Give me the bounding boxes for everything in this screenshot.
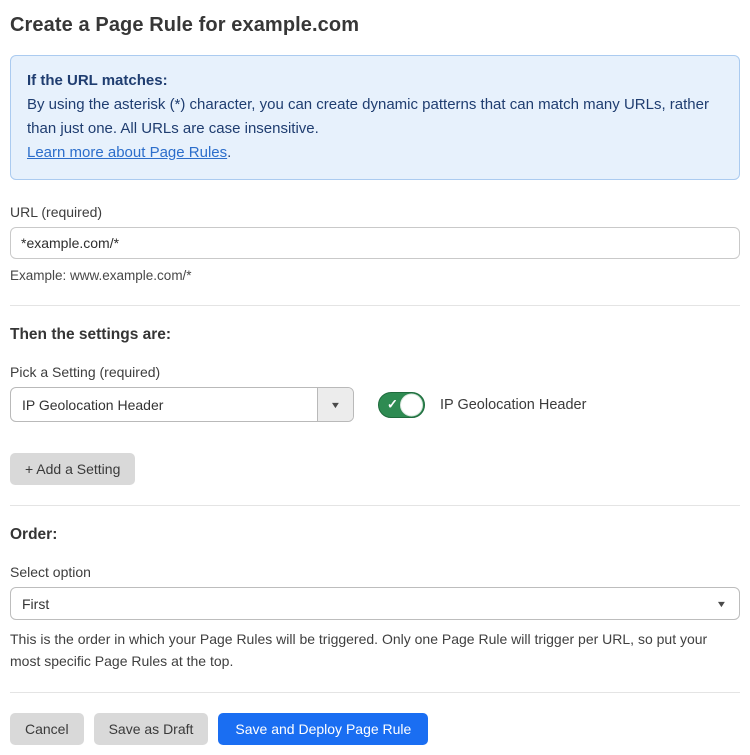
add-setting-button[interactable]: + Add a Setting (10, 453, 135, 485)
divider (10, 692, 740, 693)
check-icon: ✓ (387, 396, 398, 412)
link-period: . (227, 144, 231, 161)
learn-more-link[interactable]: Learn more about Page Rules (27, 144, 227, 161)
setting-picker-value: IP Geolocation Header (11, 388, 317, 421)
info-callout-heading: If the URL matches: (27, 69, 723, 93)
toggle-knob (400, 393, 423, 416)
setting-picker-label: Pick a Setting (required) (10, 364, 740, 380)
page-title: Create a Page Rule for example.com (10, 14, 740, 37)
save-as-draft-button[interactable]: Save as Draft (94, 713, 209, 745)
cancel-button[interactable]: Cancel (10, 713, 84, 745)
create-page-rule-form: Create a Page Rule for example.com If th… (0, 0, 750, 755)
setting-picker-dropdown[interactable]: IP Geolocation Header ▼ (10, 387, 354, 422)
order-select-value: First (22, 596, 49, 612)
footer-actions: Cancel Save as Draft Save and Deploy Pag… (10, 713, 740, 745)
url-match-info-callout: If the URL matches: By using the asteris… (10, 55, 740, 180)
url-input[interactable] (10, 227, 740, 259)
divider (10, 305, 740, 306)
toggle-label: IP Geolocation Header (440, 397, 586, 413)
setting-toggle-group: ✓ IP Geolocation Header (378, 392, 586, 418)
ip-geolocation-toggle[interactable]: ✓ (378, 392, 425, 418)
setting-row: IP Geolocation Header ▼ ✓ IP Geolocation… (10, 387, 740, 422)
divider (10, 505, 740, 506)
save-and-deploy-button[interactable]: Save and Deploy Page Rule (218, 713, 428, 745)
order-select[interactable]: First ▼ (10, 587, 740, 620)
chevron-down-icon: ▼ (330, 400, 342, 410)
settings-section-heading: Then the settings are: (10, 326, 740, 344)
order-select-label: Select option (10, 564, 740, 580)
order-section-heading: Order: (10, 526, 740, 544)
info-callout-body: By using the asterisk (*) character, you… (27, 93, 723, 141)
url-example-helper: Example: www.example.com/* (10, 266, 740, 285)
url-field-label: URL (required) (10, 204, 740, 220)
setting-picker-arrow-button[interactable]: ▼ (317, 388, 353, 421)
chevron-down-icon: ▼ (716, 599, 728, 609)
order-helper-text: This is the order in which your Page Rul… (10, 628, 740, 672)
